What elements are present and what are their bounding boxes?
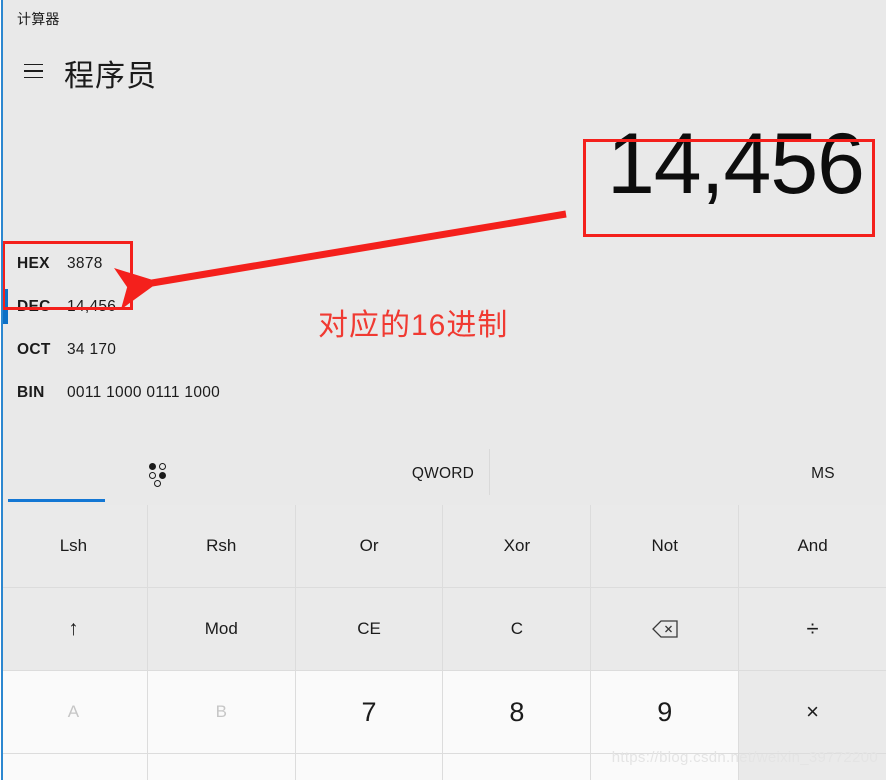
key-mod[interactable]: Mod	[147, 588, 295, 670]
key-multiply[interactable]: ×	[739, 671, 886, 753]
key-label: CE	[357, 619, 381, 638]
key-hex-a: A	[0, 671, 147, 753]
key-label: 7	[361, 696, 377, 727]
word-size-button[interactable]: QWORD	[340, 443, 546, 505]
base-label: BIN	[17, 383, 45, 401]
word-size-label: QWORD	[411, 465, 475, 482]
window-left-edge-inner	[0, 0, 1, 780]
base-value: 14,456	[67, 297, 117, 315]
window-title: 计算器	[17, 11, 60, 27]
base-value: 3878	[67, 254, 103, 272]
key-label: ×	[806, 699, 819, 724]
key-label: 8	[509, 696, 525, 727]
key-lsh[interactable]: Lsh	[0, 505, 147, 587]
active-tab-indicator	[8, 499, 105, 502]
toolbar-separator	[489, 449, 490, 495]
display-value: 14,456	[606, 116, 865, 212]
base-row-hex[interactable]: HEX 3878	[0, 242, 886, 285]
key-label: ÷	[806, 616, 819, 641]
base-label: HEX	[17, 254, 50, 272]
calculator-window: 计算器 程序员 14,456 HEX 3878 DEC 14,456 OCT 34 170…	[0, 0, 886, 780]
key-hex-c	[0, 754, 147, 780]
base-label: DEC	[17, 297, 51, 315]
key-label: A	[67, 702, 80, 721]
key-7[interactable]: 7	[295, 671, 443, 753]
page-title: 程序员	[64, 60, 157, 93]
key-or[interactable]: Or	[295, 505, 443, 587]
active-base-indicator	[3, 289, 8, 324]
key-4[interactable]	[295, 754, 443, 780]
hamburger-bar-1	[23, 63, 43, 66]
hamburger-menu-icon[interactable]	[18, 56, 48, 86]
base-value: 0011 1000 0111 1000	[67, 383, 221, 401]
base-value: 34 170	[67, 340, 117, 358]
key-label: Or	[359, 536, 379, 555]
window-left-edge	[0, 0, 3, 780]
key-label: C	[510, 619, 524, 638]
key-hex-b: B	[147, 671, 295, 753]
key-backspace[interactable]	[591, 588, 739, 670]
title-bar: 计算器	[0, 0, 886, 40]
hamburger-bar-2	[23, 70, 43, 72]
key-and[interactable]: And	[739, 505, 886, 587]
key-label: 9	[657, 696, 673, 727]
key-6[interactable]	[591, 754, 739, 780]
memory-store-button[interactable]: MS	[760, 443, 886, 505]
key-not[interactable]: Not	[591, 505, 739, 587]
key-label: Rsh	[206, 536, 237, 555]
key-subtract[interactable]	[739, 754, 886, 780]
key-rsh[interactable]: Rsh	[147, 505, 295, 587]
memory-store-label: MS	[811, 465, 835, 482]
base-row-bin[interactable]: BIN 0011 1000 0111 1000	[0, 371, 886, 414]
key-hex-d	[147, 754, 295, 780]
base-label: OCT	[17, 340, 51, 358]
key-label: B	[215, 702, 227, 721]
key-label: Lsh	[59, 536, 88, 555]
key-divide[interactable]: ÷	[739, 588, 886, 670]
key-label: Mod	[204, 619, 238, 638]
key-label: Not	[651, 536, 678, 555]
app-header: 程序员	[0, 40, 886, 102]
key-5[interactable]	[443, 754, 591, 780]
key-8[interactable]: 8	[443, 671, 591, 753]
keypad-grid: Lsh Rsh Or Xor Not And ↑ Mod CE C ÷ A B 7 8 9 ×	[0, 505, 886, 780]
key-clear[interactable]: C	[443, 588, 591, 670]
annotation-note: 对应的16进制	[318, 309, 509, 342]
key-label: Xor	[503, 536, 531, 555]
key-label: And	[797, 536, 828, 555]
key-clear-entry[interactable]: CE	[295, 588, 443, 670]
tab-bit-toggle[interactable]	[110, 443, 206, 505]
display-area: 14,456	[0, 110, 886, 240]
hamburger-bar-3	[23, 76, 43, 79]
backspace-icon	[651, 620, 678, 638]
key-up-arrow[interactable]: ↑	[0, 588, 147, 670]
key-9[interactable]: 9	[591, 671, 739, 753]
key-xor[interactable]: Xor	[443, 505, 591, 587]
calculator-toolbar: QWORD MS	[0, 443, 886, 505]
bit-toggle-icon	[147, 461, 169, 487]
key-label: ↑	[68, 617, 79, 640]
